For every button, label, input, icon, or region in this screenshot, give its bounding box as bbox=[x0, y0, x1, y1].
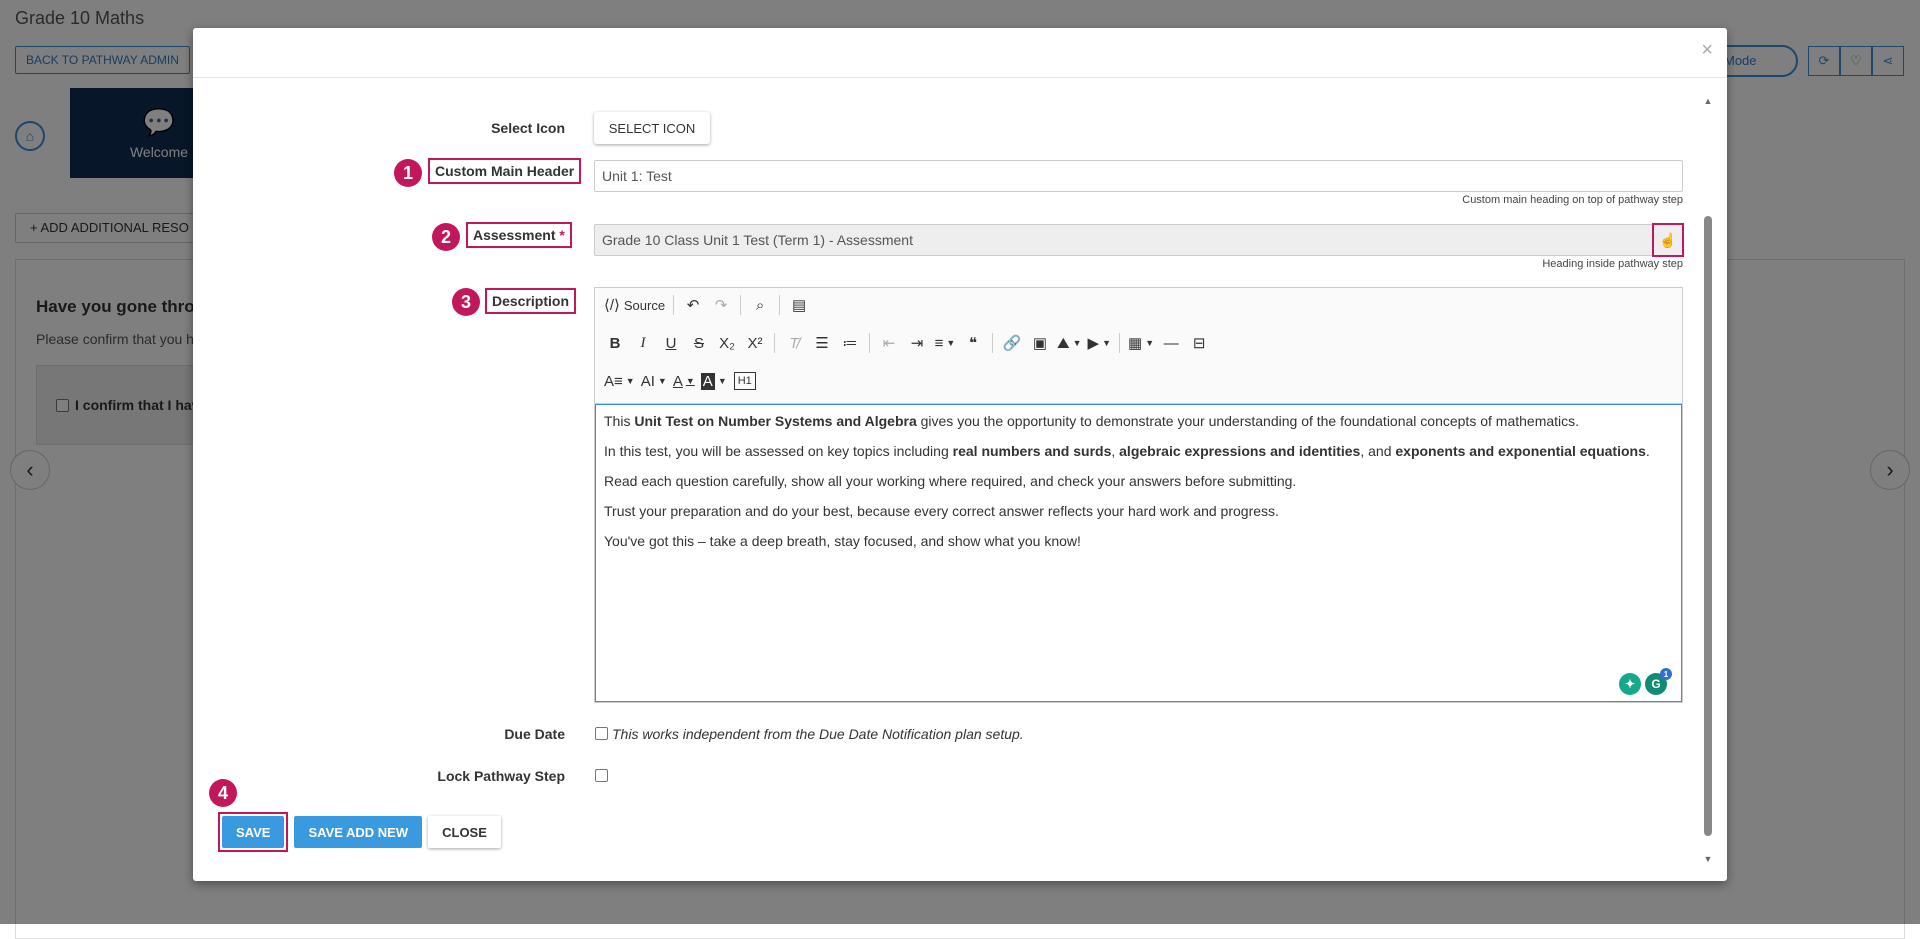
redo-icon[interactable]: ↷ bbox=[707, 291, 735, 319]
assessment-label-text: Assessment bbox=[473, 227, 556, 243]
lock-pathway-step-checkbox[interactable] bbox=[595, 769, 608, 782]
due-date-checkbox[interactable] bbox=[595, 727, 608, 740]
step-marker-3: 3 bbox=[452, 288, 480, 316]
indent-icon[interactable]: ⇥ bbox=[903, 329, 931, 357]
step-marker-4: 4 bbox=[209, 779, 237, 807]
text-style-icon[interactable]: A≡ ▼ bbox=[601, 367, 638, 395]
page-break-icon[interactable]: ⊟ bbox=[1185, 329, 1213, 357]
scroll-up-icon[interactable]: ▲ bbox=[1703, 96, 1713, 106]
align-icon[interactable]: ≡ ▼ bbox=[931, 329, 959, 357]
outdent-icon[interactable]: ⇤ bbox=[875, 329, 903, 357]
pointer-hand-icon[interactable]: ☝ bbox=[1652, 223, 1684, 257]
custom-header-help: Custom main heading on top of pathway st… bbox=[1462, 194, 1683, 206]
image-upload-icon[interactable]: ⛰ ▼ bbox=[1054, 329, 1085, 357]
undo-icon[interactable]: ↶ bbox=[679, 291, 707, 319]
source-button[interactable]: ⟨/⟩ Source bbox=[601, 291, 668, 319]
content-paragraph-2: In this test, you will be assessed on ke… bbox=[604, 443, 1650, 459]
content-paragraph-1: This Unit Test on Number Systems and Alg… bbox=[604, 413, 1580, 429]
lightbulb-icon[interactable]: ✦ bbox=[1619, 673, 1641, 695]
save-add-new-button[interactable]: SAVE ADD NEW bbox=[294, 816, 423, 848]
assessment-input[interactable] bbox=[594, 224, 1654, 256]
close-button[interactable]: CLOSE bbox=[428, 816, 501, 848]
strikethrough-icon[interactable]: S bbox=[685, 329, 713, 357]
custom-main-header-input[interactable] bbox=[594, 160, 1683, 192]
modal-footer: SAVE SAVE ADD NEW CLOSE bbox=[218, 812, 501, 852]
content-paragraph-4: Trust your preparation and do your best,… bbox=[604, 503, 1279, 519]
heading-icon[interactable]: H1 bbox=[733, 372, 756, 390]
modal-header: × bbox=[193, 28, 1727, 78]
due-date-note: This works independent from the Due Date… bbox=[612, 726, 1024, 742]
remove-format-icon[interactable]: T̸ bbox=[780, 329, 808, 357]
numbered-list-icon[interactable]: ☰ bbox=[808, 329, 836, 357]
subscript-icon[interactable]: X₂ bbox=[713, 329, 741, 357]
save-highlight: SAVE bbox=[218, 812, 289, 852]
lock-pathway-step-label: Lock Pathway Step bbox=[437, 768, 565, 784]
content-paragraph-5: You've got this – take a deep breath, st… bbox=[604, 533, 1081, 549]
grammarly-badge: 1 bbox=[1660, 668, 1672, 680]
superscript-icon[interactable]: X² bbox=[741, 329, 769, 357]
select-all-icon[interactable]: ▤ bbox=[785, 291, 813, 319]
editor-toolbar: ⟨/⟩ Source ↶ ↷ ⌕ ▤ B I U S X₂ X² T̸ ☰ ≔ ⇤… bbox=[595, 288, 1682, 404]
media-icon[interactable]: ▶ ▼ bbox=[1085, 329, 1114, 357]
image-embed-icon[interactable]: ▣ bbox=[1026, 329, 1054, 357]
editor-content[interactable]: This Unit Test on Number Systems and Alg… bbox=[595, 404, 1682, 702]
step-marker-1: 1 bbox=[394, 159, 422, 187]
required-marker: * bbox=[559, 227, 565, 243]
step-marker-2: 2 bbox=[432, 223, 460, 251]
due-date-label: Due Date bbox=[504, 726, 565, 742]
close-icon[interactable]: × bbox=[1701, 40, 1713, 60]
table-icon[interactable]: ▦ ▼ bbox=[1125, 329, 1157, 357]
find-replace-icon[interactable]: ⌕ bbox=[746, 291, 774, 319]
grammarly-widget[interactable]: ✦ G1 bbox=[1619, 668, 1672, 695]
custom-main-header-label: Custom Main Header bbox=[428, 158, 582, 184]
scroll-down-icon[interactable]: ▼ bbox=[1703, 854, 1713, 864]
assessment-label: Assessment * bbox=[466, 222, 572, 248]
bold-icon[interactable]: B bbox=[601, 329, 629, 357]
modal-scrollbar[interactable]: ▲ ▼ bbox=[1703, 94, 1713, 864]
select-icon-label: Select Icon bbox=[491, 120, 565, 136]
scroll-thumb[interactable] bbox=[1704, 216, 1712, 836]
grammarly-icon[interactable]: G1 bbox=[1645, 668, 1672, 695]
description-label: Description bbox=[485, 288, 577, 314]
bulleted-list-icon[interactable]: ≔ bbox=[836, 329, 864, 357]
italic-icon[interactable]: I bbox=[629, 329, 657, 357]
select-icon-button[interactable]: SELECT ICON bbox=[594, 112, 710, 144]
blockquote-icon[interactable]: ❝ bbox=[959, 329, 987, 357]
assessment-help: Heading inside pathway step bbox=[1542, 258, 1683, 270]
link-icon[interactable]: 🔗 bbox=[998, 329, 1026, 357]
save-button[interactable]: SAVE bbox=[222, 816, 285, 848]
font-size-icon[interactable]: AI ▼ bbox=[638, 367, 670, 395]
background-color-icon[interactable]: A ▼ bbox=[698, 367, 730, 395]
underline-icon[interactable]: U bbox=[657, 329, 685, 357]
content-paragraph-3: Read each question carefully, show all y… bbox=[604, 473, 1297, 489]
font-color-icon[interactable]: A ▼ bbox=[670, 367, 698, 395]
horizontal-line-icon[interactable]: — bbox=[1157, 329, 1185, 357]
source-icon: ⟨/⟩ bbox=[604, 297, 620, 314]
source-label: Source bbox=[623, 297, 666, 313]
description-editor: ⟨/⟩ Source ↶ ↷ ⌕ ▤ B I U S X₂ X² T̸ ☰ ≔ ⇤… bbox=[594, 287, 1683, 703]
